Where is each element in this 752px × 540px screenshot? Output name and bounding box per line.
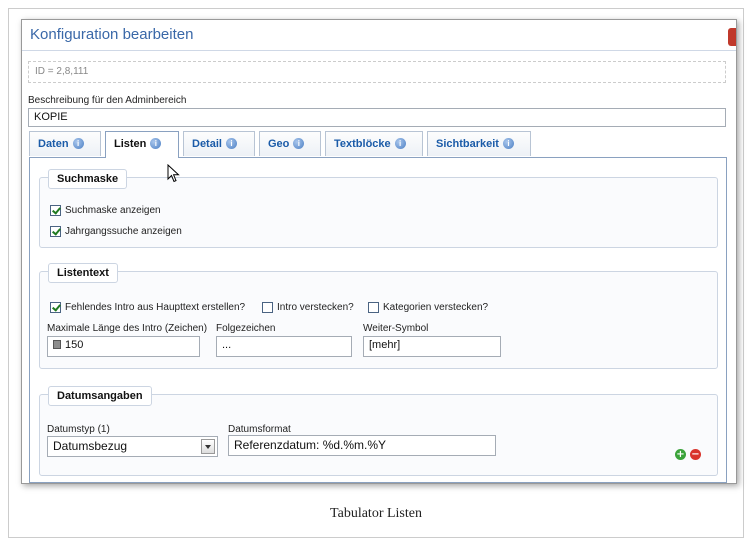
fieldset-datumsangaben: Datumsangaben Datumstyp (1) Datumsbezug … [39,386,718,476]
tab-sichtbarkeit[interactable]: Sichtbarkeit i [427,131,531,156]
chevron-down-icon[interactable] [201,439,215,454]
label-follow-chars: Folgezeichen [216,323,276,334]
checkbox-missing-intro[interactable] [50,302,61,313]
tab-listen[interactable]: Listen i [105,131,179,158]
more-symbol-input[interactable]: [mehr] [363,336,501,357]
label-hide-intro: Intro verstecken? [277,302,354,313]
date-type-select[interactable]: Datumsbezug [47,436,218,457]
checkbox-year-search[interactable] [50,226,61,237]
tab-detail[interactable]: Detail i [183,131,255,156]
label-year-search: Jahrgangssuche anzeigen [65,226,182,237]
add-icon[interactable]: + [675,449,686,460]
tab-panel-listen: Suchmaske Suchmaske anzeigen Jahrgangssu… [29,157,727,483]
fieldset-listentext: Listentext Fehlendes Intro aus Haupttext… [39,263,718,369]
tab-textbloecke[interactable]: Textblöcke i [325,131,423,156]
label-missing-intro: Fehlendes Intro aus Haupttext erstellen? [65,302,246,313]
legend-suchmaske: Suchmaske [48,169,128,189]
mouse-cursor-icon [167,164,180,183]
number-icon [53,340,61,349]
close-button[interactable] [728,28,736,46]
figure-caption: Tabulator Listen [330,506,422,521]
label-date-format: Datumsformat [228,424,291,435]
info-icon: i [150,138,162,149]
id-display: ID = 2,8,111 [28,61,726,83]
config-dialog: Konfiguration bearbeiten ID = 2,8,111 Be… [21,19,737,484]
fieldset-suchmaske: Suchmaske Suchmaske anzeigen Jahrgangssu… [39,169,718,248]
follow-chars-input[interactable]: ... [216,336,352,357]
label-max-length: Maximale Länge des Intro (Zeichen) [47,323,208,334]
label-hide-categories: Kategorien verstecken? [383,302,489,313]
label-show-search: Suchmaske anzeigen [65,205,161,216]
info-icon: i [502,138,514,149]
tab-daten[interactable]: Daten i [29,131,101,156]
info-icon: i [293,138,305,149]
info-icon: i [394,138,406,149]
info-icon: i [72,138,84,149]
legend-datumsangaben: Datumsangaben [48,386,152,406]
checkbox-hide-categories[interactable] [368,302,379,313]
description-input[interactable]: KOPIE [28,108,726,127]
description-label: Beschreibung für den Adminbereich [28,95,187,106]
title-divider [22,50,736,51]
label-more-symbol: Weiter-Symbol [363,323,429,334]
info-icon: i [225,138,237,149]
label-date-type: Datumstyp (1) [47,424,110,435]
max-length-input[interactable]: 150 [47,336,200,357]
tab-geo[interactable]: Geo i [259,131,321,156]
remove-icon[interactable]: − [690,449,701,460]
checkbox-show-search[interactable] [50,205,61,216]
checkbox-hide-intro[interactable] [262,302,273,313]
legend-listentext: Listentext [48,263,118,283]
dialog-title: Konfiguration bearbeiten [30,26,194,43]
date-format-input[interactable]: Referenzdatum: %d.%m.%Y [228,435,496,456]
